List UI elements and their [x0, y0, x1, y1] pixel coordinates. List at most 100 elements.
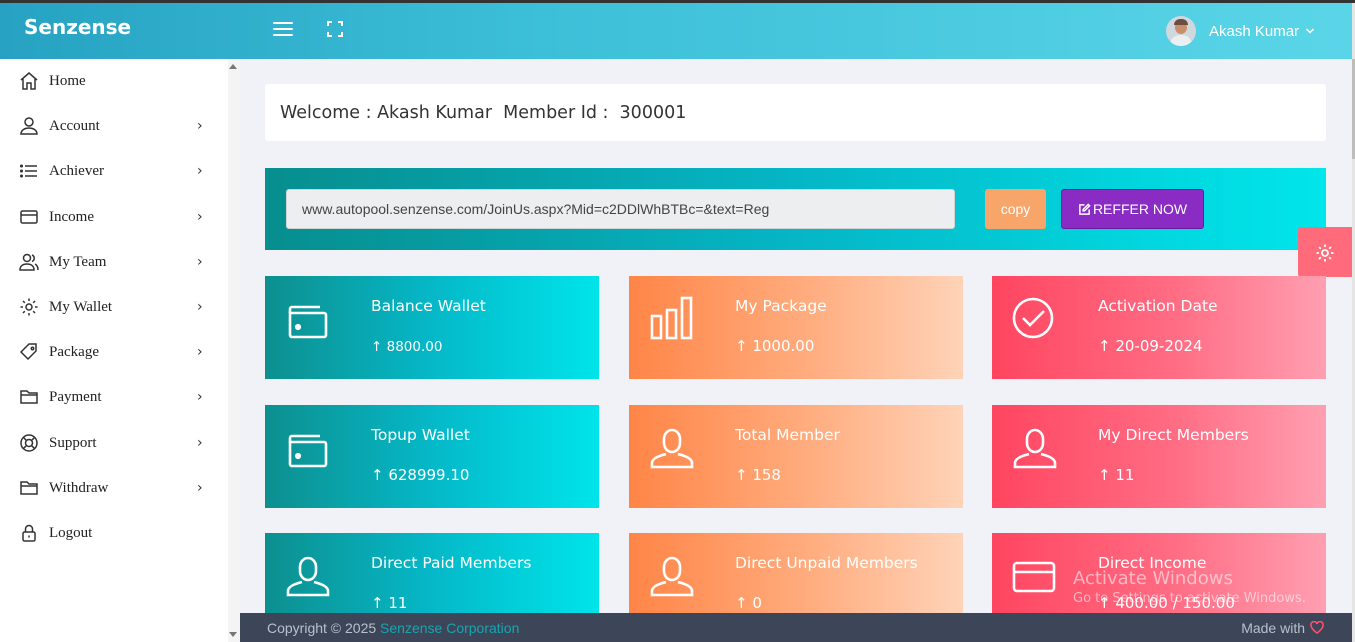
sidebar-item-label: Package	[49, 343, 99, 360]
card-value: ↑ 8800.00	[371, 339, 443, 355]
team-icon	[19, 253, 39, 271]
lock-icon	[22, 524, 36, 542]
user-name: Akash Kumar	[1209, 22, 1300, 40]
card-value: ↑ 628999.10	[371, 466, 470, 484]
user-icon	[20, 117, 38, 135]
chevron-right-icon: ›	[197, 209, 203, 225]
chevron-right-icon: ›	[197, 118, 203, 134]
card-title: Direct Unpaid Members	[735, 554, 918, 572]
sidebar-item-my-wallet[interactable]: My Wallet ›	[0, 287, 228, 327]
footer: Copyright © 2025 Senzense Corporation Ma…	[240, 613, 1352, 642]
sidebar-item-my-team[interactable]: My Team ›	[0, 242, 228, 282]
referral-bar: copy REFFER NOW	[265, 168, 1326, 250]
copy-button[interactable]: copy	[985, 189, 1046, 229]
sidebar-item-payment[interactable]: Payment ›	[0, 377, 228, 417]
hamburger-icon-line	[273, 28, 293, 30]
card-value: ↑ 0	[735, 594, 762, 612]
sidebar-item-label: My Team	[49, 253, 107, 270]
home-icon	[20, 72, 38, 90]
scroll-down-icon[interactable]	[229, 632, 237, 637]
card-title: Balance Wallet	[371, 297, 486, 315]
tag-icon	[19, 343, 37, 361]
user-icon	[1013, 428, 1057, 469]
chevron-right-icon: ›	[197, 435, 203, 451]
sidebar-item-label: Achiever	[49, 162, 104, 179]
sidebar-item-label: Support	[49, 434, 97, 451]
sidebar-item-achiever[interactable]: Achiever ›	[0, 151, 228, 191]
sidebar-item-package[interactable]: Package ›	[0, 332, 228, 372]
sidebar: Home Account › Achiever › Income › My Te…	[0, 59, 240, 642]
hamburger-icon	[273, 22, 293, 24]
card-value: ↑ 20-09-2024	[1098, 337, 1203, 355]
card-balance-wallet[interactable]: Balance Wallet ↑ 8800.00	[265, 276, 599, 379]
chevron-right-icon: ›	[197, 299, 203, 315]
card-activation-date[interactable]: Activation Date ↑ 20-09-2024	[992, 276, 1326, 379]
sidebar-item-home[interactable]: Home	[0, 61, 228, 101]
folder-icon	[20, 481, 38, 495]
sidebar-item-withdraw[interactable]: Withdraw ›	[0, 468, 228, 508]
chevron-right-icon: ›	[197, 344, 203, 360]
sidebar-item-label: Logout	[49, 524, 93, 541]
card-title: Direct Paid Members	[371, 554, 532, 572]
edit-icon	[1079, 202, 1091, 215]
card-total-member[interactable]: Total Member ↑ 158	[629, 405, 963, 508]
reffer-now-label: REFFER NOW	[1092, 201, 1188, 217]
card-topup-wallet[interactable]: Topup Wallet ↑ 628999.10	[265, 405, 599, 508]
menu-toggle-button[interactable]	[273, 22, 293, 38]
user-menu[interactable]: Akash Kumar	[1166, 15, 1315, 47]
check-circle-icon	[1012, 297, 1054, 339]
footer-made-with: Made with	[1241, 620, 1324, 636]
user-icon	[650, 556, 694, 597]
wallet-icon	[288, 434, 328, 468]
list-icon	[19, 164, 37, 178]
settings-tab-button[interactable]	[1298, 227, 1352, 277]
card-my-direct-members[interactable]: My Direct Members ↑ 11	[992, 405, 1326, 508]
made-with-text: Made with	[1241, 619, 1305, 636]
sidebar-item-account[interactable]: Account ›	[0, 106, 228, 146]
bar-chart-icon	[650, 296, 693, 340]
hamburger-icon-line	[273, 34, 293, 36]
card-value: ↑ 1000.00	[735, 337, 815, 355]
card-value: ↑ 11	[371, 594, 408, 612]
chevron-right-icon: ›	[197, 254, 203, 270]
welcome-panel: Welcome : Akash Kumar Member Id : 300001	[265, 84, 1326, 141]
card-title: My Direct Members	[1098, 426, 1249, 444]
watermark-title: Activate Windows	[1073, 568, 1233, 589]
credit-card-icon	[1012, 561, 1056, 593]
footer-copyright: Copyright © 2025 Senzense Corporation	[267, 620, 519, 636]
card-title: My Package	[735, 297, 827, 315]
wallet-icon	[288, 305, 328, 339]
sidebar-item-label: Income	[49, 208, 94, 225]
folder-icon	[20, 390, 38, 404]
user-icon	[650, 428, 694, 469]
heart-icon	[1310, 621, 1324, 634]
card-value: ↑ 11	[1098, 466, 1135, 484]
sidebar-scrollbar[interactable]	[228, 59, 240, 642]
chevron-right-icon: ›	[197, 480, 203, 496]
brand-logo[interactable]: Senzense	[24, 15, 131, 39]
card-value: ↑ 158	[735, 466, 781, 484]
top-header: Senzense Akash Kumar	[0, 3, 1352, 59]
activate-windows-watermark: Activate Windows Go to Settings to activ…	[1073, 568, 1306, 606]
sidebar-item-label: Home	[49, 72, 86, 89]
watermark-subtitle: Go to Settings to activate Windows.	[1073, 591, 1306, 606]
card-title: Activation Date	[1098, 297, 1218, 315]
avatar	[1166, 16, 1196, 46]
sidebar-item-label: Account	[49, 117, 100, 134]
chevron-down-icon	[1305, 28, 1315, 34]
company-link[interactable]: Senzense Corporation	[380, 620, 519, 636]
sidebar-item-income[interactable]: Income ›	[0, 197, 228, 237]
user-icon	[286, 556, 330, 597]
sidebar-item-label: My Wallet	[49, 298, 113, 315]
copyright-text: Copyright © 2025	[267, 619, 381, 636]
referral-link-input[interactable]	[286, 189, 955, 229]
sidebar-item-support[interactable]: Support ›	[0, 423, 228, 463]
card-my-package[interactable]: My Package ↑ 1000.00	[629, 276, 963, 379]
scroll-up-icon[interactable]	[229, 64, 237, 69]
gear-icon	[20, 298, 38, 316]
support-icon	[20, 434, 38, 452]
gear-icon	[1316, 244, 1334, 262]
fullscreen-button[interactable]	[327, 21, 343, 37]
reffer-now-button[interactable]: REFFER NOW	[1061, 189, 1204, 229]
sidebar-item-logout[interactable]: Logout	[0, 513, 228, 553]
